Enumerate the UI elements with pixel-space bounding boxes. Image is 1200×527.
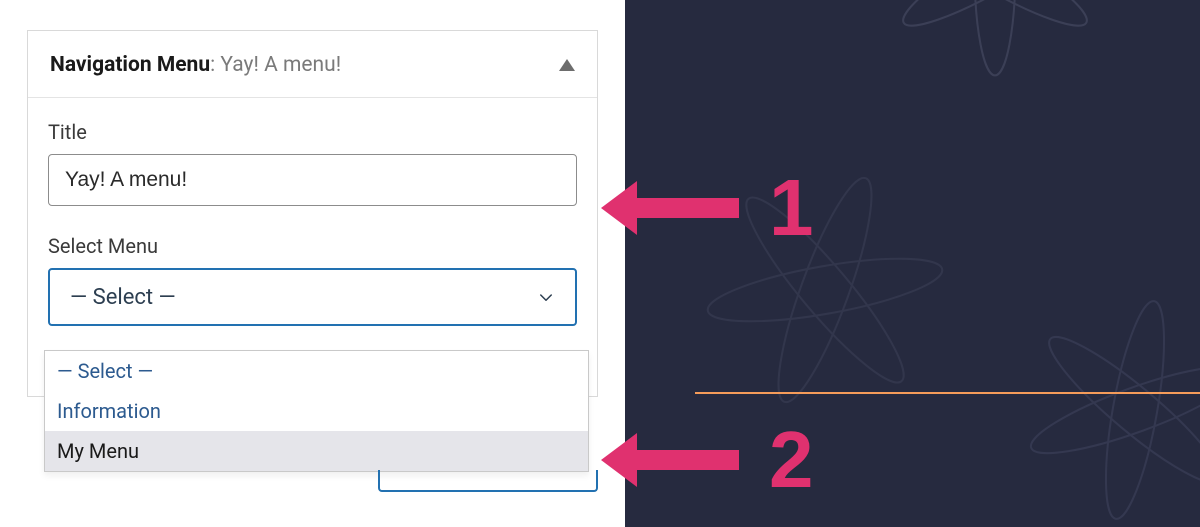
select-menu-display: — Select — xyxy=(70,285,176,310)
title-input[interactable] xyxy=(48,154,577,206)
widget-title: Navigation Menu: Yay! A menu! xyxy=(50,53,341,77)
widget-type-label: Navigation Menu xyxy=(50,53,210,77)
decorative-flower-icon xyxy=(965,240,1200,527)
preview-divider xyxy=(695,392,1200,394)
select-menu-field-block: Select Menu — Select — xyxy=(48,234,577,326)
chevron-down-icon xyxy=(537,288,555,306)
select-menu-options-list: — Select — Information My Menu xyxy=(44,350,589,472)
decorative-flower-icon xyxy=(825,0,1165,140)
widget-instance-title: Yay! A menu! xyxy=(220,53,341,77)
partial-button-outline xyxy=(378,470,598,492)
option-my-menu[interactable]: My Menu xyxy=(45,431,588,471)
select-menu-label: Select Menu xyxy=(48,234,577,258)
widget-card: Navigation Menu: Yay! A menu! Title Sele… xyxy=(27,30,598,397)
title-field-block: Title xyxy=(48,120,577,206)
title-label: Title xyxy=(48,120,577,144)
select-menu-dropdown[interactable]: — Select — xyxy=(48,268,577,326)
widget-header[interactable]: Navigation Menu: Yay! A menu! xyxy=(28,31,597,98)
option-select-placeholder[interactable]: — Select — xyxy=(45,351,588,391)
customizer-panel: Navigation Menu: Yay! A menu! Title Sele… xyxy=(0,0,625,527)
option-information[interactable]: Information xyxy=(45,391,588,431)
widget-title-separator: : xyxy=(210,53,220,77)
preview-pane xyxy=(625,0,1200,527)
collapse-icon[interactable] xyxy=(559,59,575,71)
decorative-flower-icon xyxy=(655,120,995,460)
